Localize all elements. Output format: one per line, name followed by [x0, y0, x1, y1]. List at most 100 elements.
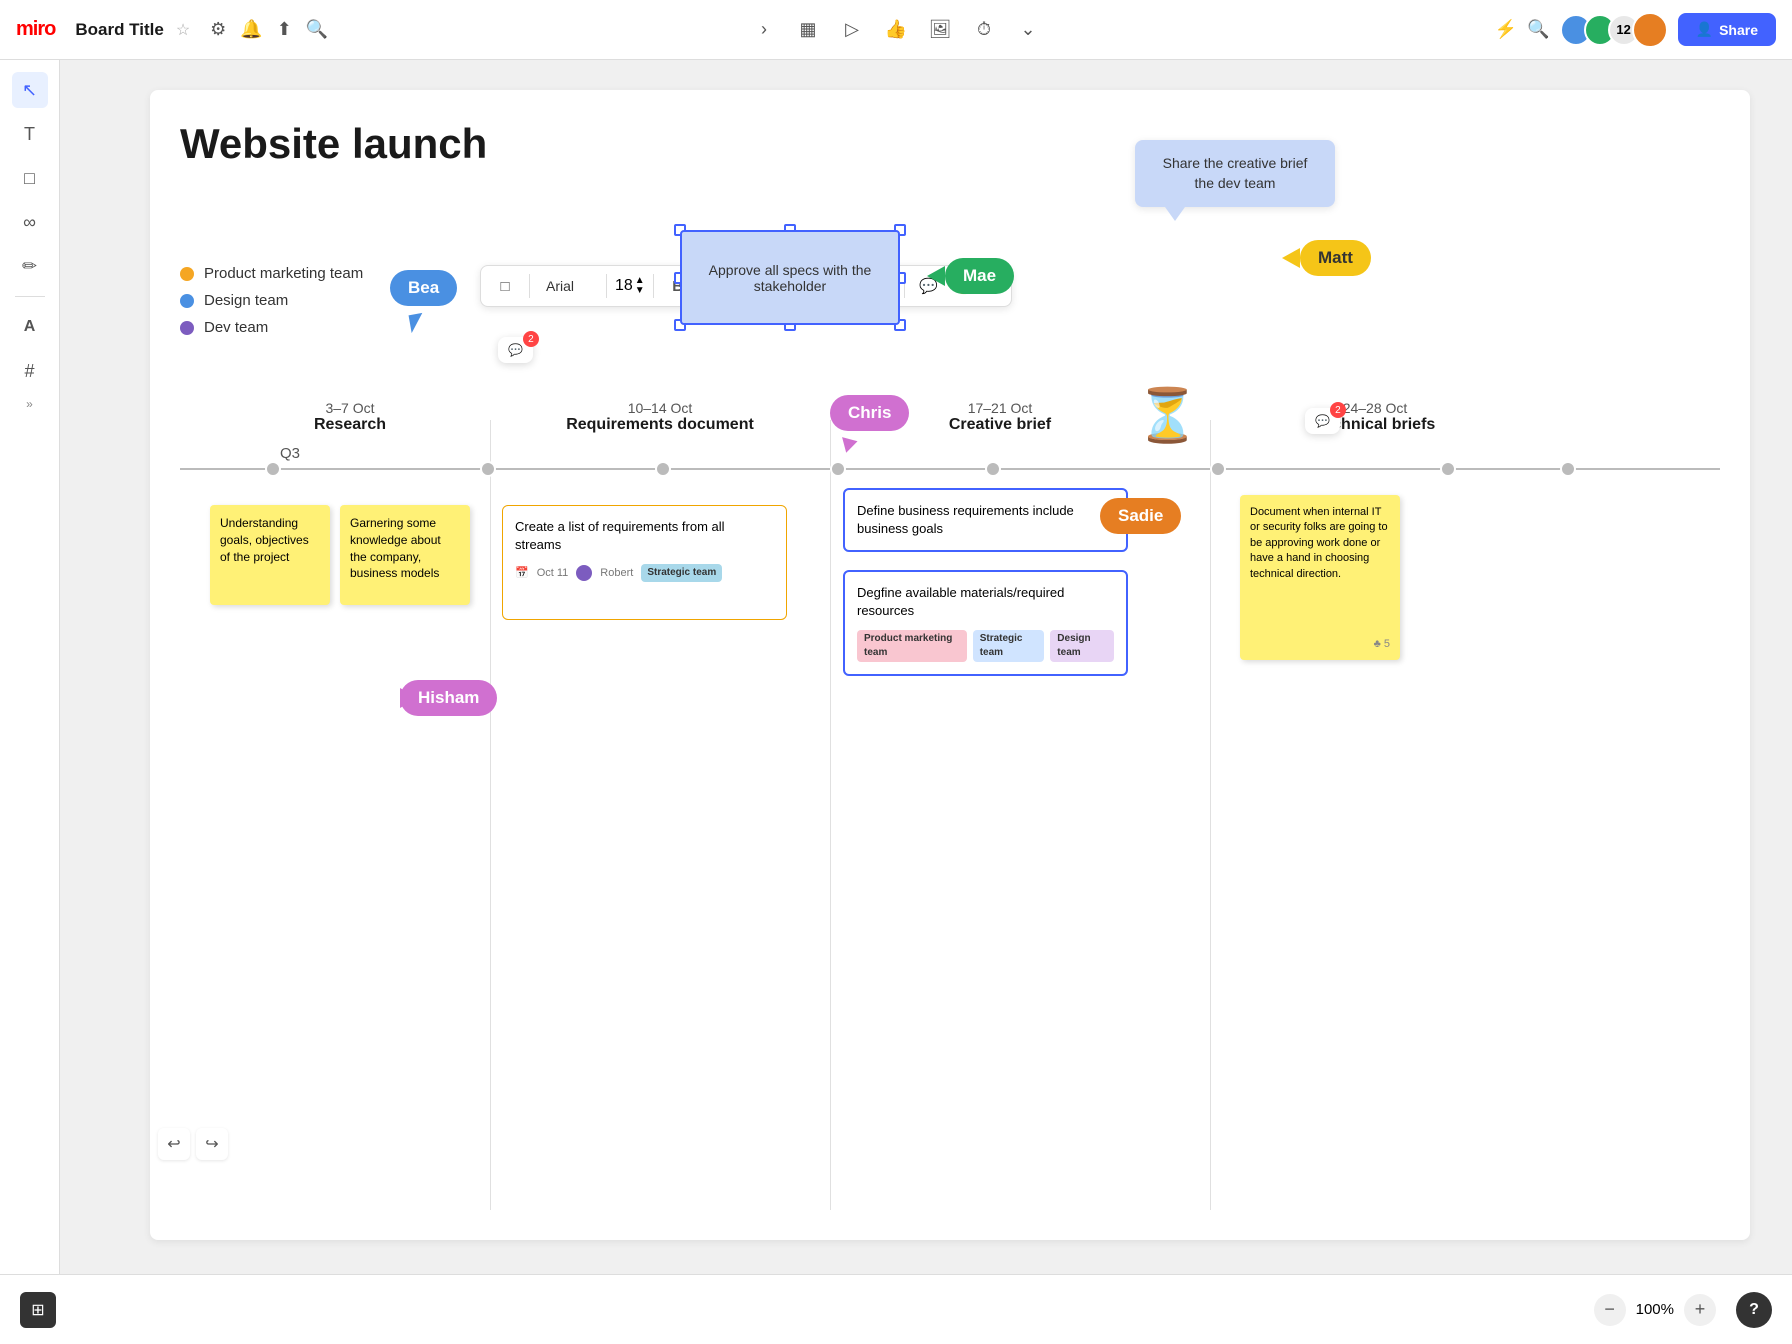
image-icon[interactable]: 🖼 [922, 12, 958, 48]
font-size-control[interactable]: 18 ▲▼ [615, 276, 645, 296]
help-icon: ? [1749, 1301, 1759, 1319]
star-icon[interactable]: ☆ [176, 20, 190, 40]
timeline-dot-6 [1210, 461, 1226, 477]
notifications-icon[interactable]: 🔔 [240, 19, 262, 40]
sadie-cursor: Sadie [1100, 498, 1181, 534]
legend-dot-product [180, 267, 194, 281]
settings-icon[interactable]: ⚙ [210, 19, 226, 40]
q3-label: Q3 [280, 445, 300, 462]
topbar: miro Board Title ☆ ⚙ 🔔 ⬆ 🔍 › ▦ ▷ 👍 🖼 ⏱ ⌄… [0, 0, 1792, 60]
timeline-dot-2 [480, 461, 496, 477]
like-icon[interactable]: 👍 [878, 12, 914, 48]
bea-cursor: Bea [390, 270, 457, 306]
select-tool[interactable]: ↖ [12, 72, 48, 108]
blue-card-2[interactable]: Degfine available materials/required res… [843, 570, 1128, 676]
legend-label-dev: Dev team [204, 319, 268, 336]
timeline-dot-3 [655, 461, 671, 477]
sticky-1-text: Understanding goals, objectives of the p… [220, 516, 309, 564]
technical-date: 24–28 Oct [1215, 400, 1535, 416]
timeline-dot-5 [985, 461, 1001, 477]
zoom-out-button[interactable]: − [1594, 1294, 1626, 1326]
comment-bubble-1[interactable]: 💬 2 [498, 337, 533, 363]
research-phase: Research [210, 416, 490, 434]
panel-icon: ⊞ [31, 1300, 44, 1320]
sticky-3[interactable]: Document when internal IT or security fo… [1240, 495, 1400, 660]
help-button[interactable]: ? [1736, 1292, 1772, 1328]
sticky-1[interactable]: Understanding goals, objectives of the p… [210, 505, 330, 605]
col-divider-3 [1210, 420, 1211, 1210]
comment-bubble-2[interactable]: 💬 2 [1305, 408, 1340, 434]
board-heading: Website launch [180, 120, 487, 168]
canvas: Website launch Product marketing team De… [60, 60, 1792, 1274]
nav-icon[interactable]: › [746, 12, 782, 48]
selected-box[interactable]: Approve all specs with the stakeholder [680, 230, 900, 325]
share-icon: 👤 [1696, 21, 1713, 38]
comment-badge-1: 2 [523, 331, 539, 347]
search-icon[interactable]: 🔍 [306, 19, 328, 40]
connect-tool[interactable]: ∞ [12, 204, 48, 240]
selected-box-text: Approve all specs with the stakeholder [690, 262, 890, 294]
zoom-controls: − 100% + ? [1594, 1292, 1772, 1328]
comment-badge-2: 2 [1330, 402, 1346, 418]
zoom-icon[interactable]: 🔍 [1527, 19, 1549, 40]
legend-dot-dev [180, 321, 194, 335]
blue-card-2-tags: Product marketing team Strategic team De… [857, 630, 1114, 662]
col-divider-2 [830, 420, 831, 1210]
left-sidebar: ↖ T □ ∞ ✏ A # » [0, 60, 60, 1344]
bottombar: ⊞ − 100% + ? [0, 1274, 1792, 1344]
tag-design[interactable]: Design team [1050, 630, 1114, 662]
draw-tool[interactable]: ✏ [12, 248, 48, 284]
expand-tools[interactable]: » [26, 397, 33, 411]
task-card-1-meta: 📅 Oct 11 Robert Strategic team [515, 564, 774, 582]
upload-icon[interactable]: ⬆ [277, 19, 292, 40]
share-button[interactable]: 👤 Share [1678, 13, 1776, 46]
sidebar-divider [15, 296, 45, 297]
font-selector[interactable]: Arial [538, 274, 598, 298]
text-tool[interactable]: T [12, 116, 48, 152]
task-card-1-text: Create a list of requirements from all s… [515, 518, 774, 554]
cursor-tools-icon[interactable]: ⚡ [1495, 19, 1517, 40]
chris-cursor: Chris [830, 395, 909, 431]
tag-product-marketing[interactable]: Product marketing team [857, 630, 967, 662]
task-card-1[interactable]: Create a list of requirements from all s… [502, 505, 787, 620]
card-date: Oct 11 [537, 566, 569, 581]
blue-card-1[interactable]: Define business requirements include bus… [843, 488, 1128, 552]
right-toolbar: ⚡ 🔍 12 👤 Share [1495, 12, 1776, 48]
hisham-arrow [400, 688, 418, 708]
legend-item-dev: Dev team [180, 319, 363, 336]
redo-button[interactable]: ↪ [196, 1128, 228, 1160]
col-header-requirements: 10–14 Oct Requirements document [500, 400, 820, 434]
center-toolbar: › ▦ ▷ 👍 🖼 ⏱ ⌄ [746, 12, 1046, 48]
tb-sep-2 [606, 274, 607, 298]
zoom-in-button[interactable]: + [1684, 1294, 1716, 1326]
present-icon[interactable]: ▷ [834, 12, 870, 48]
mae-arrow [927, 266, 945, 286]
sticky-3-text: Document when internal IT or security fo… [1250, 506, 1388, 580]
font-size-arrows[interactable]: ▲▼ [635, 276, 645, 296]
font-tool[interactable]: A [12, 309, 48, 345]
shape-btn[interactable]: □ [489, 270, 521, 302]
card-tag[interactable]: Strategic team [641, 564, 722, 582]
chris-arrow [838, 437, 857, 455]
legend-dot-design [180, 294, 194, 308]
board: Website launch Product marketing team De… [150, 90, 1750, 1240]
zoom-level: 100% [1636, 1301, 1674, 1318]
callout-box[interactable]: Share the creative brief the dev team [1135, 140, 1335, 207]
avatar-group: 12 [1560, 12, 1668, 48]
panel-toggle-button[interactable]: ⊞ [20, 1292, 56, 1328]
col-divider-1 [490, 420, 491, 1210]
undo-button[interactable]: ↩ [158, 1128, 190, 1160]
selected-box-container: Approve all specs with the stakeholder [680, 230, 900, 325]
timer-icon[interactable]: ⏱ [966, 12, 1002, 48]
assignee-avatar [576, 565, 592, 581]
timeline-dot-8 [1560, 461, 1576, 477]
comment-icon-1: 💬 [508, 343, 523, 357]
more-tools-icon[interactable]: ⌄ [1010, 12, 1046, 48]
tag-strategic[interactable]: Strategic team [973, 630, 1045, 662]
sticky-3-count: ♣ 5 [1374, 637, 1390, 652]
note-tool[interactable]: □ [12, 160, 48, 196]
frame-tool[interactable]: # [12, 353, 48, 389]
table-icon[interactable]: ▦ [790, 12, 826, 48]
requirements-phase: Requirements document [500, 416, 820, 434]
sticky-2[interactable]: Garnering some knowledge about the compa… [340, 505, 470, 605]
